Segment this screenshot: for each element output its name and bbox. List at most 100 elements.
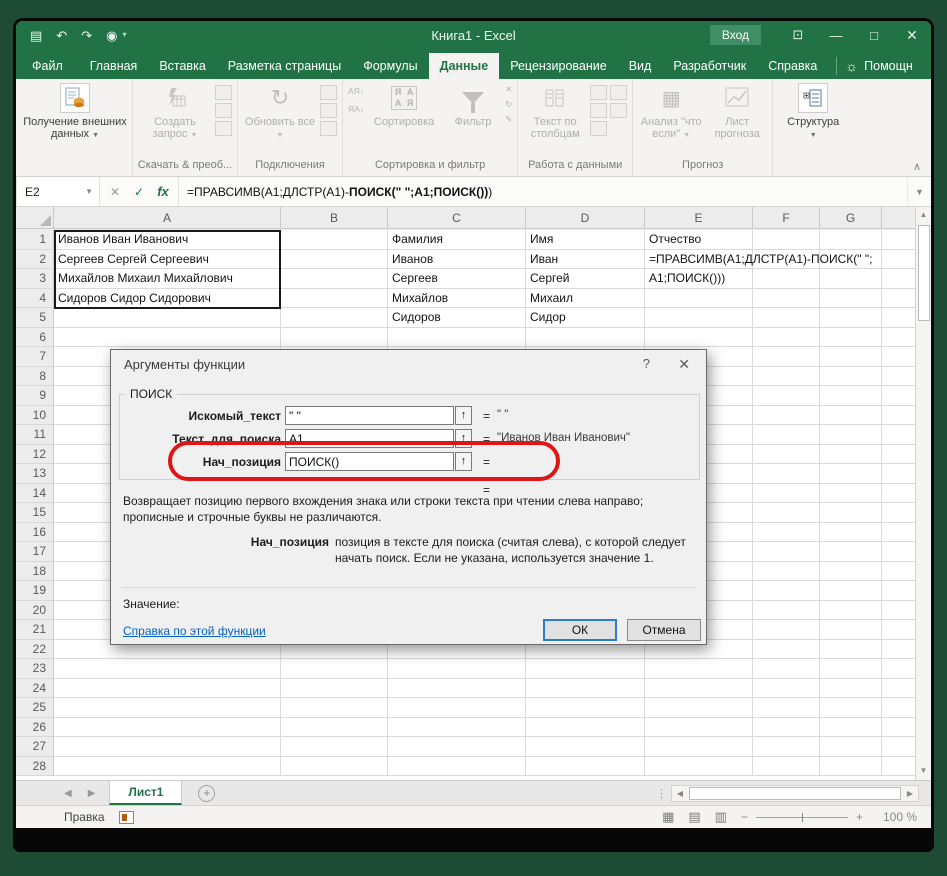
tab-developer[interactable]: Разработчик [662,53,757,79]
cell-C25[interactable] [388,698,526,718]
cell-G25[interactable] [820,698,882,718]
row-header-11[interactable]: 11 [16,425,54,445]
row-header-7[interactable]: 7 [16,347,54,367]
cell-F7[interactable] [753,347,820,367]
page-layout-view-icon[interactable]: ▤ [688,809,700,825]
what-if-analysis-button[interactable]: ▦ Анализ "что если" ▼ [638,83,704,142]
cell-G11[interactable] [820,425,882,445]
cell-G3[interactable] [820,269,882,289]
cell-D3[interactable]: Сергей [526,269,645,289]
connections-icon[interactable] [320,85,337,100]
save-icon[interactable]: ▤ [30,29,42,42]
zoom-in-icon[interactable]: + [856,810,863,824]
cell-G28[interactable] [820,757,882,777]
row-header-3[interactable]: 3 [16,269,54,289]
cell-G21[interactable] [820,620,882,640]
row-header-19[interactable]: 19 [16,581,54,601]
cell-D1[interactable]: Имя [526,230,645,250]
cell-G8[interactable] [820,367,882,387]
sign-in-button[interactable]: Вход [710,25,761,45]
cell-F12[interactable] [753,445,820,465]
cell-D27[interactable] [526,737,645,757]
cell-A1[interactable]: Иванов Иван Иванович [54,230,281,250]
row-header-8[interactable]: 8 [16,367,54,387]
cell-F3[interactable] [753,269,820,289]
horizontal-scrollbar[interactable]: ◀ ▶ [671,785,919,802]
redo-icon[interactable]: ↷ [81,29,92,42]
row-header-1[interactable]: 1 [16,230,54,250]
scroll-right-icon[interactable]: ▶ [902,789,918,798]
cell-B27[interactable] [281,737,388,757]
row-header-13[interactable]: 13 [16,464,54,484]
cell-B5[interactable] [281,308,388,328]
zoom-slider[interactable] [756,817,848,818]
ok-button[interactable]: ОК [543,619,617,641]
select-all-corner[interactable] [16,207,54,229]
cell-E3[interactable]: A1;ПОИСК())) [645,269,753,289]
cell-G22[interactable] [820,640,882,660]
horizontal-scroll-thumb[interactable] [689,787,901,800]
cell-G19[interactable] [820,581,882,601]
macro-record-icon[interactable] [119,811,134,824]
cell-D6[interactable] [526,328,645,348]
cell-E6[interactable] [645,328,753,348]
cell-A28[interactable] [54,757,281,777]
refresh-all-button[interactable]: ↻ Обновить все ▼ [243,83,317,142]
cell-A24[interactable] [54,679,281,699]
row-header-4[interactable]: 4 [16,289,54,309]
row-header-2[interactable]: 2 [16,250,54,270]
dialog-help-icon[interactable]: ? [643,356,650,371]
cell-F11[interactable] [753,425,820,445]
tab-splitter-icon[interactable]: ⋮ [656,787,667,800]
formula-input[interactable]: =ПРАВСИМВ(A1;ДЛСТР(A1)-ПОИСК(" ";A1;ПОИС… [179,177,907,206]
zoom-level[interactable]: 100 % [877,810,917,824]
cell-G20[interactable] [820,601,882,621]
cell-C1[interactable]: Фамилия [388,230,526,250]
sort-button[interactable]: ЯА АЯ Сортировка [367,83,441,128]
scroll-down-icon[interactable]: ▼ [916,763,931,780]
cell-G27[interactable] [820,737,882,757]
cell-C28[interactable] [388,757,526,777]
cell-D25[interactable] [526,698,645,718]
cell-G5[interactable] [820,308,882,328]
cell-E23[interactable] [645,659,753,679]
cell-G15[interactable] [820,503,882,523]
vertical-scrollbar[interactable]: ▲ ▼ [915,207,931,780]
cancel-button[interactable]: Отмена [627,619,701,641]
cell-F24[interactable] [753,679,820,699]
normal-view-icon[interactable]: ▦ [662,809,674,825]
cell-F21[interactable] [753,620,820,640]
row-header-25[interactable]: 25 [16,698,54,718]
cell-A25[interactable] [54,698,281,718]
dialog-title-bar[interactable]: Аргументы функции ? ✕ [111,350,706,376]
cell-F8[interactable] [753,367,820,387]
scroll-up-icon[interactable]: ▲ [916,207,931,224]
cell-F28[interactable] [753,757,820,777]
cell-D2[interactable]: Иван [526,250,645,270]
cell-D23[interactable] [526,659,645,679]
minimize-button[interactable]: — [817,21,855,49]
cell-D4[interactable]: Михаил [526,289,645,309]
tab-page-layout[interactable]: Разметка страницы [217,53,352,79]
row-header-15[interactable]: 15 [16,503,54,523]
sort-az-icon[interactable]: АЯ↓ [348,87,364,96]
cell-G9[interactable] [820,386,882,406]
enter-formula-icon[interactable]: ✓ [128,185,150,199]
insert-function-icon[interactable]: fx [152,184,174,199]
row-header-9[interactable]: 9 [16,386,54,406]
row-header-22[interactable]: 22 [16,640,54,660]
arg2-input[interactable] [285,429,454,448]
page-break-view-icon[interactable]: ▥ [715,809,727,825]
row-header-10[interactable]: 10 [16,406,54,426]
cell-B26[interactable] [281,718,388,738]
row-header-6[interactable]: 6 [16,328,54,348]
tab-view[interactable]: Вид [618,53,663,79]
row-header-28[interactable]: 28 [16,757,54,777]
cell-F14[interactable] [753,484,820,504]
cell-G26[interactable] [820,718,882,738]
cell-F10[interactable] [753,406,820,426]
cell-F25[interactable] [753,698,820,718]
cell-F19[interactable] [753,581,820,601]
cell-D5[interactable]: Сидор [526,308,645,328]
column-header-A[interactable]: A [54,207,281,229]
